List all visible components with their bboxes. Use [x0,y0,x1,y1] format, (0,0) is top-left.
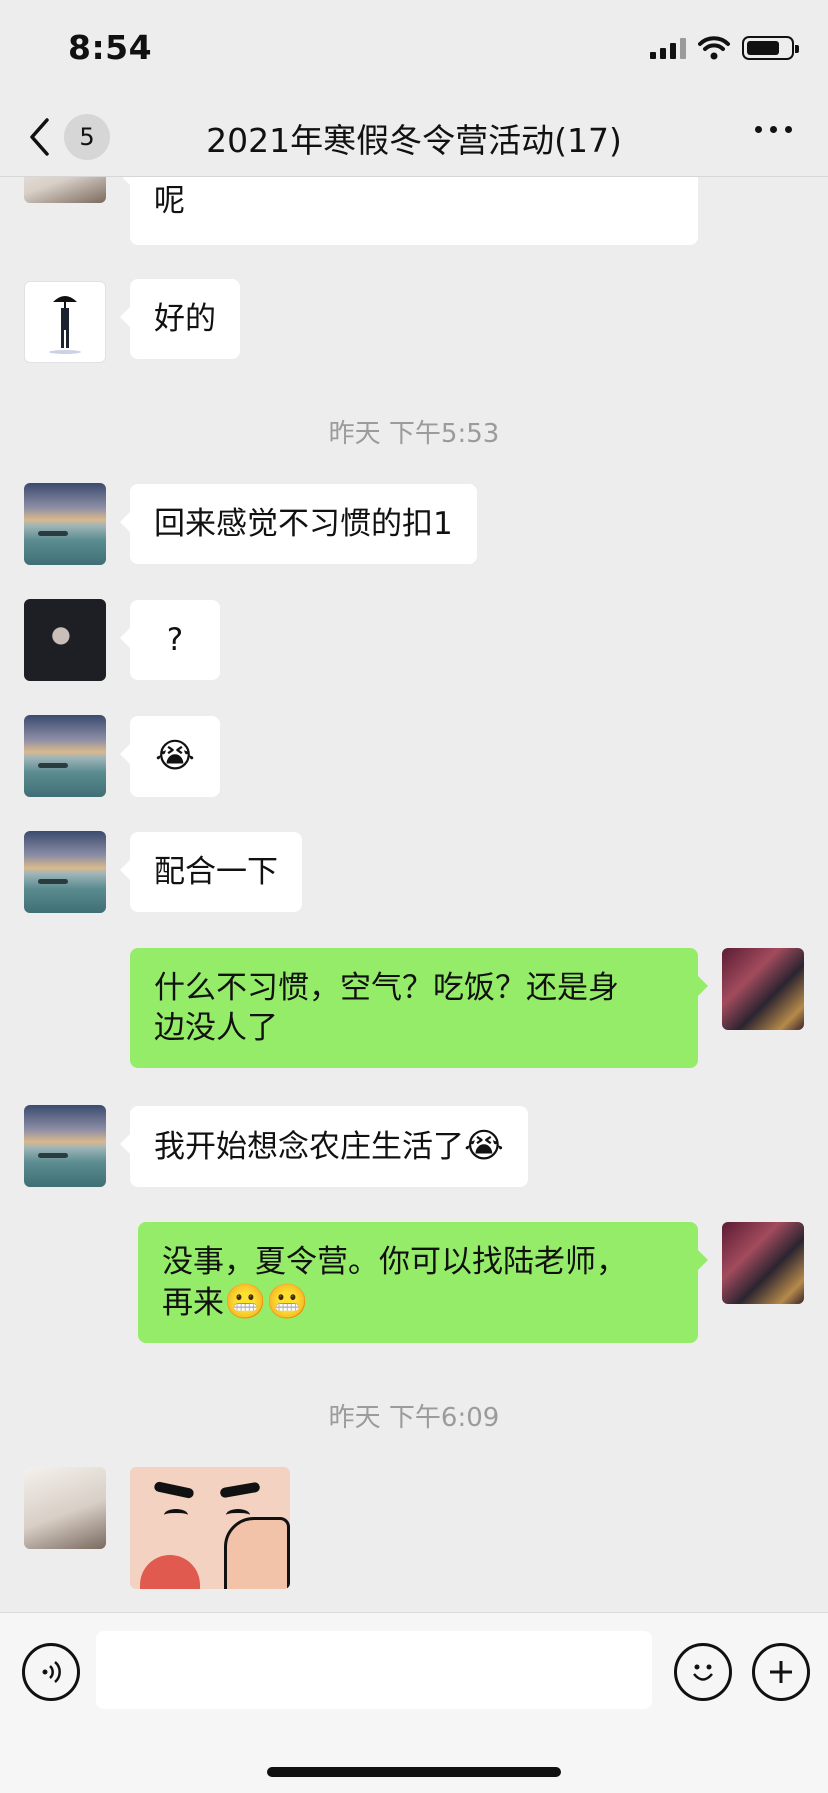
status-bar: 8:54 [0,0,828,100]
message-bubble[interactable]: 我开始想念农庄生活了😭 [120,1106,528,1187]
avatar[interactable] [24,177,106,203]
plus-icon [770,1661,792,1683]
emoji-icon [693,1664,713,1681]
message-bubble[interactable]: 呢 [120,177,698,245]
plus-button[interactable] [752,1643,810,1701]
chat-header: 5 2021年寒假冬令营活动(17) [0,100,828,177]
crying-emoji: 😭 [155,736,195,776]
avatar[interactable] [24,715,106,797]
message-input[interactable] [96,1631,652,1709]
voice-icon [42,1661,61,1683]
status-time: 8:54 [68,28,153,67]
avatar[interactable] [24,831,106,913]
emoji-button[interactable] [674,1643,732,1701]
message-bubble-own[interactable]: 没事，夏令营。你可以找陆老师， 再来😬😬 [138,1222,708,1343]
status-icons [650,36,799,60]
timestamp: 昨天 下午6:09 [328,1403,500,1433]
cellular-signal-icon [650,37,686,59]
more-button[interactable] [755,126,792,133]
chat-title: 2021年寒假冬令营活动(17) [206,121,622,160]
avatar[interactable] [24,1467,106,1549]
message-bubble[interactable]: 回来感觉不习惯的扣1 [120,484,477,564]
umbrella-person-icon [49,296,81,354]
avatar-own[interactable] [722,948,804,1030]
message-list[interactable]: 呢 好的 昨天 下午5:53 回来感觉不习惯的扣1 ? 😭 配合一下 什么不习惯… [0,177,828,1612]
message-bubble[interactable]: 好的 [120,279,240,359]
sticker-image[interactable] [130,1467,290,1589]
avatar[interactable] [24,1105,106,1187]
message-bubble-own[interactable]: 什么不习惯，空气？吃饭？还是身 边没人了 [130,948,708,1068]
more-icon [755,126,762,133]
timestamp: 昨天 下午5:53 [328,419,500,449]
crying-emoji: 😭 [464,1126,504,1166]
input-bar [0,1612,828,1793]
battery-icon [742,36,799,60]
grimace-emoji: 😬😬 [224,1282,309,1322]
avatar[interactable] [24,599,106,681]
avatar[interactable] [24,281,106,363]
home-indicator [267,1767,561,1777]
wifi-icon [698,36,730,60]
avatar-own[interactable] [722,1222,804,1304]
voice-button[interactable] [22,1643,80,1701]
message-bubble[interactable]: 配合一下 [120,832,302,912]
message-bubble[interactable]: ? [120,600,220,680]
message-bubble[interactable]: 😭 [120,716,220,797]
avatar[interactable] [24,483,106,565]
